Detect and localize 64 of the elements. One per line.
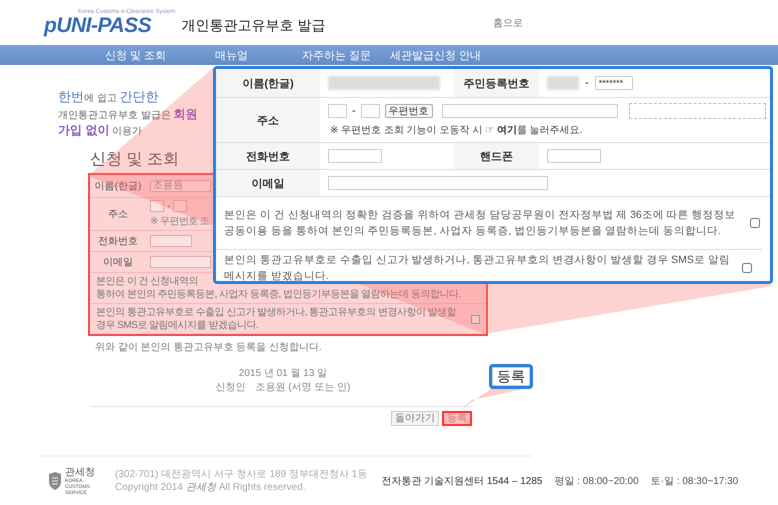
weekend-hours: 토·일 : 08:30~17:30	[650, 475, 738, 488]
id-back-field[interactable]: *******	[594, 76, 633, 90]
nav-link[interactable]: 매뉴얼	[215, 48, 248, 62]
nav-link[interactable]: 세관발급신청 안내	[390, 48, 482, 62]
email-field[interactable]	[150, 256, 211, 268]
consent-checkbox[interactable]	[742, 263, 752, 273]
field-label: 주소	[216, 98, 320, 143]
field-label: 이메일	[102, 256, 134, 270]
intro-headline: 한번에 쉽고 간단한	[58, 89, 160, 106]
consent-checkbox[interactable]	[750, 218, 760, 228]
consent-text: 본인의 통관고유부호로 수출입 신고가 발생하거나, 통관고유부호의 변경사항이 발생할 경우 SMS로 알림메시지를 받겠습니다.	[224, 253, 731, 284]
home-link[interactable]: 홈으로	[493, 16, 523, 30]
application-date: 2015 년 01 월 13 일	[238, 367, 328, 380]
email-field[interactable]	[328, 176, 548, 190]
zip-separator: -	[167, 200, 170, 212]
zoomed-register-button[interactable]: 등록	[489, 364, 533, 389]
consent-text: 본인은 이 건 신청내역의	[96, 275, 198, 288]
field-label: 이름(한글)	[94, 180, 142, 194]
nav-link[interactable]: 자주하는 질문	[302, 48, 372, 62]
intro-subline: 개인통관고유부호 발급은 회원가입 없이 이용가	[58, 107, 199, 139]
section-title: 신청 및 조회	[90, 150, 179, 170]
form-button[interactable]: 돌아가기	[391, 411, 439, 426]
field-label: 핸드폰	[454, 143, 539, 170]
field-label: 전화번호	[97, 235, 139, 249]
consent-checkbox[interactable]	[471, 314, 480, 324]
copyright-brand: 관세청	[186, 481, 216, 494]
footer-address: (302-701) 대전광역시 서구 청사로 189 정부대전청사 1동	[115, 468, 368, 481]
phone-field[interactable]	[328, 149, 382, 163]
phone-field[interactable]	[150, 235, 192, 247]
copyright-text: All Rights reserved.	[218, 481, 306, 494]
id-separator: -	[585, 77, 589, 89]
shield-emblem-icon	[48, 472, 62, 490]
form-button[interactable]: 등록	[442, 411, 472, 426]
field-label: 이메일	[216, 170, 320, 197]
consent-text: 통하여 본인의 주민등록등본, 사업자 등록증, 법인등기부등본을 열람하는데 동의합니다.	[96, 288, 461, 301]
field-label: 전화번호	[216, 143, 320, 170]
redacted-id-field	[547, 76, 579, 90]
zip-field[interactable]	[173, 200, 188, 212]
address-detail-field[interactable]	[628, 103, 766, 119]
weekday-hours: 평일 : 08:00~20:00	[554, 475, 639, 488]
address-note: ※ 우편번호 조회 기능이 오동작 시 ☞ 여기를 눌러주세요.	[330, 124, 582, 137]
zip-separator: -	[352, 105, 356, 117]
applicant-label: 신청인	[216, 381, 246, 394]
consent-text: 본인은 이 건 신청내역의 정확한 검증을 위하여 관세청 담당공무원이 전자정부법 제 36조에 따른 행정정보 공동이용 등을 통하여 본인의 주민등록등본, 사업자 등록증, 법인등기부등본을 열람하는데 동의합니다.	[224, 208, 737, 239]
address-note: ※ 우편번호 조	[150, 215, 210, 228]
statement-text: 위와 같이 본인의 통관고유부호 등록을 신청합니다.	[95, 341, 323, 354]
site-title: 개인통관고유부호 발급	[181, 16, 326, 34]
zip-field[interactable]	[150, 200, 164, 212]
field-label: 이름(한글)	[216, 69, 320, 98]
nav-link[interactable]: 신청 및 조회	[105, 48, 166, 62]
consent-text: 본인의 통관고유부호로 수출입 신고가 발생하거나, 통관고유부호의 변경사항이 발생할 경우 SMS로 알림메시지를 받겠습니다.	[96, 306, 458, 332]
site-logo[interactable]: pUNI-PASS	[44, 14, 176, 36]
name-field[interactable]: 조용원	[150, 180, 211, 192]
field-label: 주소	[107, 208, 129, 222]
copyright-text: Copyright 2014	[115, 481, 183, 494]
support-contact: 전자통관 기술지원센터 1544 – 1285	[381, 475, 542, 488]
field-label: 주민등록번호	[454, 69, 539, 98]
zip-field[interactable]	[328, 104, 347, 118]
zip-search-button[interactable]: 우편번호	[384, 104, 433, 118]
zip-field[interactable]	[360, 104, 380, 118]
footer-logo-name: 관세청	[65, 466, 96, 478]
mobile-field[interactable]	[547, 149, 601, 163]
applicant-name: 조용원 (서명 또는 인)	[256, 381, 350, 394]
address-field[interactable]	[442, 104, 618, 118]
